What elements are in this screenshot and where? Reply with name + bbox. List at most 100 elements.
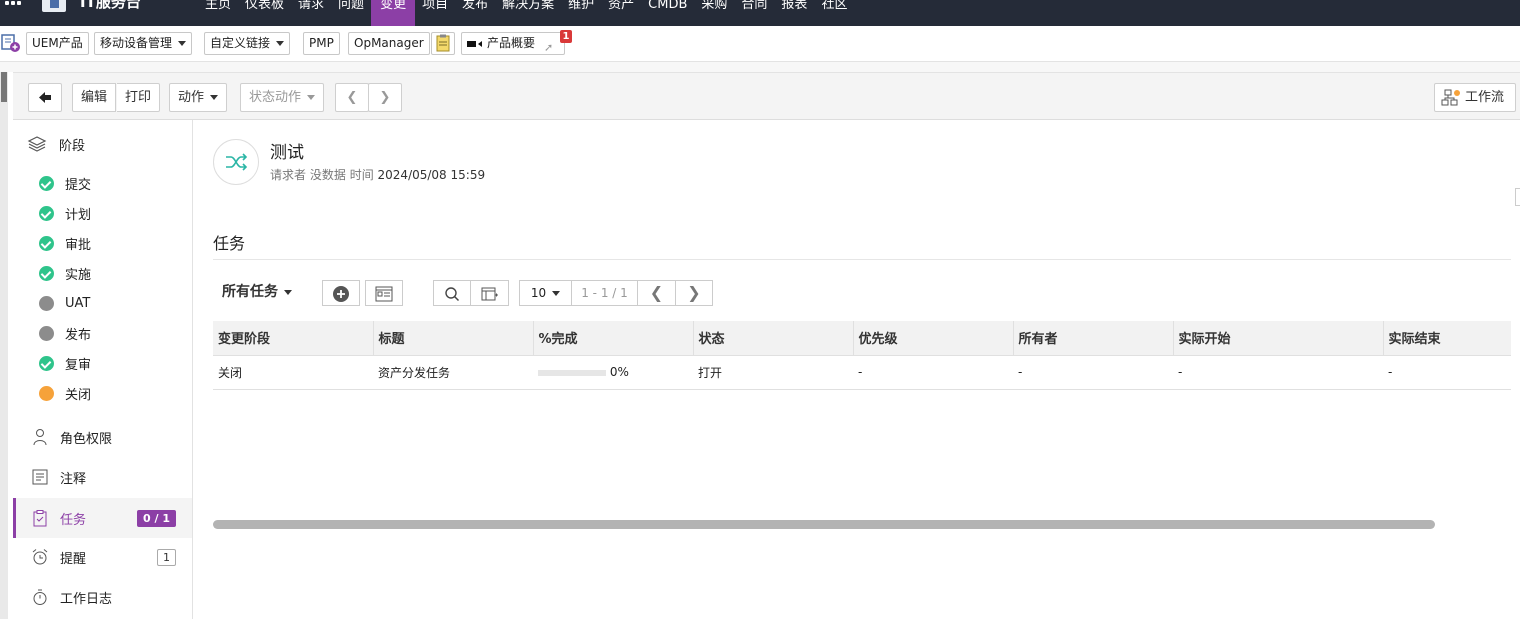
status-actions-dropdown[interactable]: 状态动作: [240, 83, 325, 112]
column-header[interactable]: 变更阶段: [213, 321, 374, 356]
cell-title[interactable]: 资产分发任务: [373, 355, 533, 390]
sidebar-item-tasks[interactable]: 任务 0 / 1: [13, 498, 192, 538]
nav-contracts[interactable]: 合同: [734, 0, 774, 26]
sidebar-item-notes[interactable]: 注释: [13, 457, 192, 497]
product-overview-button[interactable]: 产品概要 ➚: [461, 32, 565, 55]
sidebar-item-reminders[interactable]: 提醒 1: [13, 537, 192, 577]
stage-release[interactable]: 发布: [39, 323, 91, 343]
sidebar-item-worklog[interactable]: 工作日志: [13, 577, 192, 617]
table-row[interactable]: 关闭 资产分发任务 0% 打开 - - - -: [213, 355, 1511, 390]
nav-community[interactable]: 社区: [814, 0, 854, 26]
stage-plan[interactable]: 计划: [39, 203, 91, 223]
pagination-range: 1 - 1 / 1: [571, 280, 638, 306]
stages-header[interactable]: 阶段: [27, 134, 85, 154]
custom-links-dropdown[interactable]: 自定义链接: [204, 32, 291, 55]
sidebar-item-roles[interactable]: 角色权限: [13, 417, 192, 457]
nav-problems[interactable]: 问题: [331, 0, 371, 26]
column-chooser-button[interactable]: [470, 280, 509, 306]
page-size-dropdown[interactable]: 10: [519, 280, 572, 306]
stage-done-icon: [39, 265, 54, 281]
nav-cmdb[interactable]: CMDB: [641, 0, 694, 26]
chevron-right-icon: ❯: [379, 90, 391, 105]
stage-implement[interactable]: 实施: [39, 263, 91, 283]
back-button[interactable]: [28, 83, 62, 112]
workflow-button[interactable]: 工作流: [1434, 83, 1516, 112]
nav-changes[interactable]: 变更: [371, 0, 416, 26]
chevron-down-icon: [276, 41, 285, 46]
opmanager-button[interactable]: OpManager: [348, 32, 430, 55]
action-bar: 编辑 打印 动作 状态动作 ❮ ❯ 工作流: [13, 72, 1520, 120]
mdm-label: 移动设备管理: [100, 36, 173, 50]
horizontal-scrollbar[interactable]: [213, 520, 1435, 529]
column-header[interactable]: 标题: [373, 321, 534, 356]
cell-status: 打开: [693, 355, 853, 390]
requester-value[interactable]: 没数据: [310, 168, 346, 182]
sidebar: 阶段 提交 计划 审批 实施 UAT 发布 复审 关闭 角色权限 注释 任务 0…: [13, 120, 193, 619]
chevron-left-icon: ❮: [346, 90, 358, 105]
nav-home[interactable]: 主页: [198, 0, 238, 26]
stage-done-icon: [39, 205, 54, 221]
stage-submit[interactable]: 提交: [39, 173, 91, 193]
nav-assets[interactable]: 资产: [601, 0, 641, 26]
arrow-left-icon: [39, 92, 51, 103]
column-header[interactable]: 实际开始: [1173, 321, 1384, 356]
task-filter-dropdown[interactable]: 所有任务: [222, 281, 292, 301]
nav-reports[interactable]: 报表: [774, 0, 814, 26]
nav-maintenance[interactable]: 维护: [561, 0, 601, 26]
stage-approval[interactable]: 审批: [39, 233, 91, 253]
column-header[interactable]: 所有者: [1013, 321, 1174, 356]
nav-requests[interactable]: 请求: [291, 0, 331, 26]
sidebar-item-label: 任务: [60, 512, 87, 528]
plus-circle-icon: [333, 285, 349, 302]
new-request-icon[interactable]: [0, 32, 21, 55]
column-header[interactable]: %完成: [533, 321, 694, 356]
nav-dashboard[interactable]: 仪表板: [238, 0, 291, 26]
stage-review[interactable]: 复审: [39, 353, 91, 373]
timer-icon: [33, 589, 47, 605]
next-button[interactable]: ❯: [368, 83, 402, 112]
video-lens-icon: [478, 40, 482, 47]
nav-purchase[interactable]: 采购: [694, 0, 734, 26]
page-prev-button[interactable]: ❮: [637, 280, 676, 306]
column-header[interactable]: 优先级: [853, 321, 1014, 356]
column-header[interactable]: 状态: [693, 321, 854, 356]
table-header-row: 变更阶段 标题 %完成 状态 优先级 所有者 实际开始 实际结束: [213, 321, 1511, 356]
apps-grid-icon[interactable]: [5, 0, 21, 11]
right-panel-handle[interactable]: [1515, 188, 1520, 206]
stage-close[interactable]: 关闭: [39, 383, 91, 403]
tasks-section-title: 任务: [213, 234, 246, 253]
stage-uat[interactable]: UAT: [39, 293, 90, 313]
add-task-button[interactable]: [322, 280, 360, 306]
stage-label: 关闭: [65, 387, 92, 403]
time-value: 2024/05/08 15:59: [377, 168, 486, 182]
mdm-dropdown[interactable]: 移动设备管理: [94, 32, 193, 55]
actions-dropdown[interactable]: 动作: [169, 83, 228, 112]
search-button[interactable]: [433, 280, 471, 306]
pmp-button[interactable]: PMP: [303, 32, 340, 55]
left-collapse-handle[interactable]: [0, 72, 8, 619]
uem-products-button[interactable]: UEM产品: [26, 32, 89, 55]
page-next-button[interactable]: ❯: [675, 280, 713, 306]
edit-button[interactable]: 编辑: [72, 83, 117, 112]
task-template-button[interactable]: [365, 280, 403, 306]
stage-label: 发布: [65, 327, 92, 343]
custom-links-label: 自定义链接: [210, 36, 271, 50]
nav-releases[interactable]: 发布: [455, 0, 495, 26]
clipboard-icon[interactable]: [431, 32, 455, 55]
rocket-icon: ➚: [544, 41, 554, 54]
sidebar-item-label: 注释: [60, 471, 87, 487]
progress-bar: [538, 369, 606, 376]
column-header[interactable]: 实际结束: [1383, 321, 1511, 356]
chevron-down-icon: [307, 95, 316, 100]
notification-badge[interactable]: 1: [560, 30, 572, 43]
stage-label: 审批: [65, 237, 92, 253]
actions-label: 动作: [178, 90, 205, 105]
print-button[interactable]: 打印: [117, 83, 161, 112]
previous-button[interactable]: ❮: [335, 83, 369, 112]
nav-projects[interactable]: 项目: [415, 0, 455, 26]
nav-solutions[interactable]: 解决方案: [495, 0, 561, 26]
request-meta: 请求者 没数据 时间 2024/05/08 15:59: [270, 166, 485, 183]
search-icon: [445, 286, 460, 301]
stage-done-icon: [39, 355, 54, 371]
chevron-right-icon: ❯: [687, 283, 701, 302]
